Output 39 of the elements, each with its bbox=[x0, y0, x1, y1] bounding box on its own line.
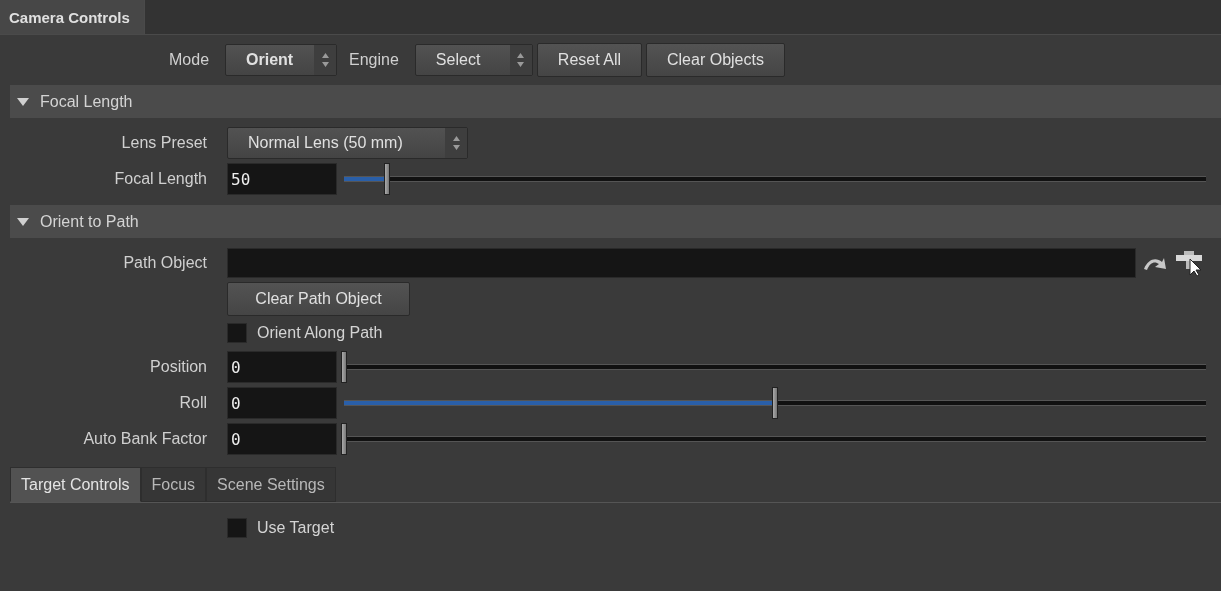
mode-dropdown[interactable]: Orient bbox=[225, 44, 338, 76]
clear-path-object-button[interactable]: Clear Path Object bbox=[227, 282, 410, 316]
number-field[interactable]: 0 bbox=[227, 423, 337, 455]
spinner-icon bbox=[451, 134, 461, 152]
path-object-field[interactable] bbox=[227, 248, 1136, 278]
toolbar-button[interactable]: Clear Objects bbox=[646, 43, 785, 77]
number-field[interactable]: 50 bbox=[227, 163, 337, 195]
engine-dropdown[interactable]: Select bbox=[414, 44, 533, 76]
toolbar-button[interactable]: Reset All bbox=[536, 43, 642, 77]
cursor-select-icon[interactable] bbox=[1174, 249, 1204, 277]
lens-preset-dropdown[interactable]: Normal Lens (50 mm) bbox=[227, 127, 468, 159]
field-label: Lens Preset bbox=[121, 134, 207, 151]
spinner-icon bbox=[320, 51, 330, 69]
field-label: Position bbox=[150, 358, 207, 375]
section-header[interactable]: Focal Length bbox=[10, 85, 1221, 118]
slider-thumb[interactable] bbox=[341, 423, 347, 455]
field-label: Path Object bbox=[123, 254, 207, 271]
section-title: Focal Length bbox=[40, 92, 133, 111]
field-label: Auto Bank Factor bbox=[83, 430, 207, 447]
number-field[interactable]: 0 bbox=[227, 387, 337, 419]
slider-thumb[interactable] bbox=[341, 351, 347, 383]
checkbox-label: Use Target bbox=[257, 519, 335, 537]
slider-thumb[interactable] bbox=[384, 163, 391, 195]
field-label: Focal Length bbox=[114, 170, 207, 187]
engine-label: Engine bbox=[349, 51, 399, 69]
panel-tab[interactable]: Camera Controls bbox=[0, 0, 145, 34]
checkbox-label: Orient Along Path bbox=[257, 324, 383, 342]
tab[interactable]: Focus bbox=[140, 467, 207, 502]
checkbox[interactable] bbox=[227, 518, 247, 538]
section-title: Orient to Path bbox=[40, 212, 139, 231]
number-field[interactable]: 0 bbox=[227, 351, 337, 383]
tab[interactable]: Target Controls bbox=[10, 467, 141, 502]
section-header[interactable]: Orient to Path bbox=[10, 205, 1221, 238]
checkbox[interactable] bbox=[227, 323, 247, 343]
spinner-icon bbox=[516, 51, 526, 69]
tab[interactable]: Scene Settings bbox=[206, 467, 336, 502]
mode-label: Mode bbox=[169, 51, 210, 69]
field-label: Roll bbox=[179, 394, 207, 411]
slider-thumb[interactable] bbox=[772, 387, 778, 419]
